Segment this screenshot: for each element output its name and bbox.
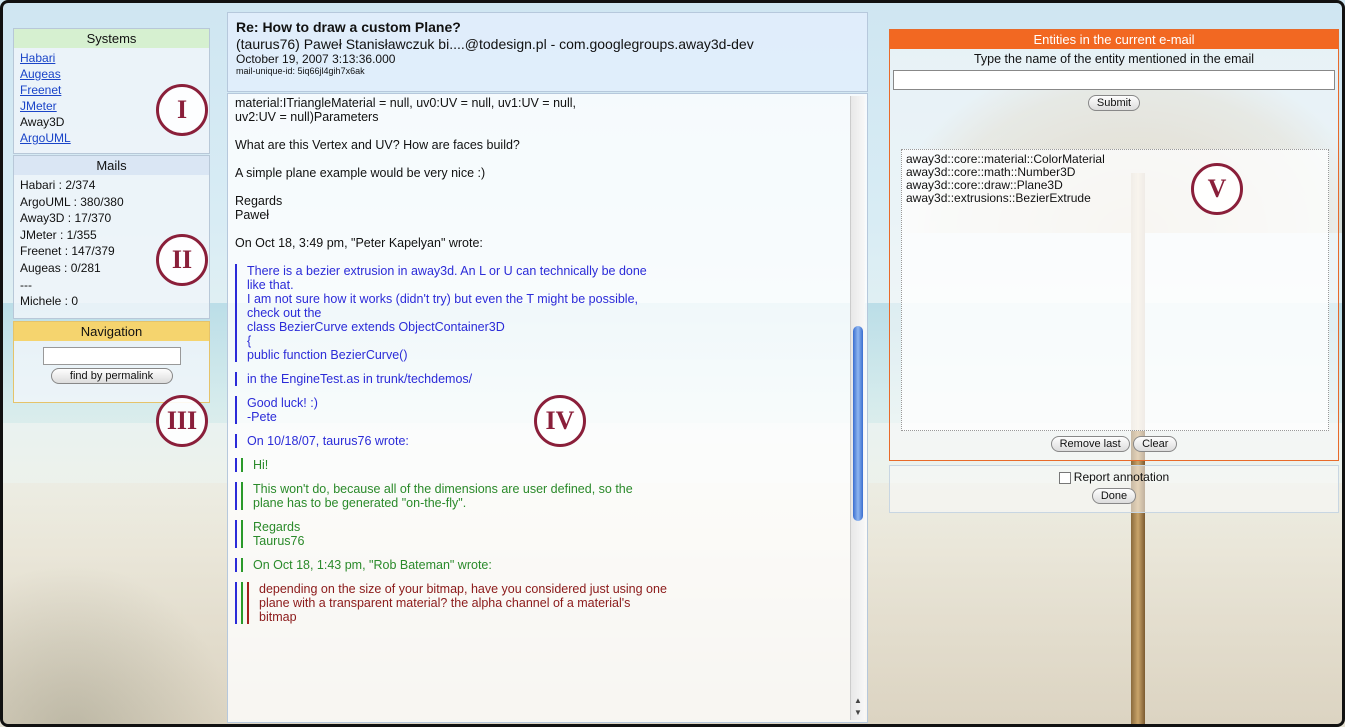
quote-line: There is a bezier extrusion in away3d. A…	[247, 264, 647, 278]
mails-title: Mails	[14, 156, 209, 175]
system-link-augeas[interactable]: Augeas	[20, 67, 61, 81]
mail-count-away3d: Away3D : 17/370	[20, 211, 112, 226]
nested-quote-block: On Oct 18, 1:43 pm, "Rob Bateman" wrote:	[235, 558, 847, 572]
quote-line: like that.	[247, 278, 294, 292]
quote-block: in the EngineTest.as in trunk/techdemos/	[235, 372, 847, 386]
quote-block: There is a bezier extrusion in away3d. A…	[235, 264, 847, 362]
body-paragraph: material:ITriangleMaterial = null, uv0:U…	[235, 96, 847, 124]
marker-i: I	[156, 84, 208, 136]
email-scrollbar[interactable]: ▲ ▼	[850, 96, 865, 720]
system-link-argouml[interactable]: ArgoUML	[20, 131, 71, 145]
mail-count-habari: Habari : 2/374	[20, 178, 96, 192]
navigation-panel: Navigation find by permalink	[13, 321, 210, 403]
quote-line: bitmap	[259, 610, 297, 624]
email-subject: Re: How to draw a custom Plane?	[236, 19, 461, 35]
nested-quote-text: On Oct 18, 1:43 pm, "Rob Bateman" wrote:	[241, 558, 847, 572]
report-panel: Report annotation Done	[889, 465, 1339, 513]
nested-quote-block: Hi!	[235, 458, 847, 472]
report-annotation-label: Report annotation	[1073, 470, 1170, 484]
body-line: Paweł	[235, 208, 270, 222]
deep-quote-text: depending on the size of your bitmap, ha…	[247, 582, 847, 624]
report-row: Report annotation	[890, 470, 1338, 484]
nested-quote-text: Regards Taurus76	[241, 520, 847, 548]
body-paragraph: On Oct 18, 3:49 pm, "Peter Kapelyan" wro…	[235, 236, 483, 250]
entities-panel: Entities in the current e-mail Type the …	[889, 29, 1339, 461]
mail-count-michele: Michele : 0	[20, 294, 79, 309]
email-header: Re: How to draw a custom Plane? (taurus7…	[227, 12, 868, 92]
body-paragraph: Regards Paweł	[235, 194, 847, 222]
permalink-input[interactable]	[42, 347, 181, 365]
system-item[interactable]: Habari	[20, 50, 203, 66]
system-item[interactable]: Augeas	[20, 66, 203, 82]
nested-quote-block: Regards Taurus76	[235, 520, 847, 548]
deep-quote-block: depending on the size of your bitmap, ha…	[235, 582, 847, 624]
quote-line: class BezierCurve extends ObjectContaine…	[247, 320, 505, 334]
entity-buttons: Remove last Clear	[890, 436, 1338, 452]
email-from: (taurus76) Paweł Stanisławczuk bi....@to…	[236, 36, 754, 52]
quote-line: This won't do, because all of the dimens…	[253, 482, 633, 496]
nested-quote-block: This won't do, because all of the dimens…	[235, 482, 847, 510]
find-by-permalink-button[interactable]: find by permalink	[50, 368, 173, 384]
entity-item[interactable]: away3d::extrusions::BezierExtrude	[906, 192, 1324, 205]
submit-wrap: Submit	[890, 95, 1338, 111]
quote-line: Taurus76	[253, 534, 305, 548]
remove-last-button[interactable]: Remove last	[1050, 436, 1130, 452]
email-body-text: material:ITriangleMaterial = null, uv0:U…	[235, 96, 847, 634]
quote-line: {	[247, 334, 252, 348]
system-link-jmeter[interactable]: JMeter	[20, 99, 57, 113]
clear-button[interactable]: Clear	[1133, 436, 1178, 452]
nested-quote-text: Hi!	[241, 458, 847, 472]
done-button[interactable]: Done	[1091, 488, 1137, 504]
quote-line: public function BezierCurve()	[247, 348, 408, 362]
quote-line: check out the	[247, 306, 322, 320]
navigation-title: Navigation	[14, 322, 209, 341]
body-line: Regards	[235, 194, 283, 208]
body-line: uv2:UV = null)Parameters	[235, 110, 379, 124]
background-palm-shadow	[3, 563, 233, 724]
marker-ii: II	[156, 234, 208, 286]
screen-frame: Systems Habari Augeas Freenet JMeter Awa…	[0, 0, 1345, 727]
marker-iii: III	[156, 395, 208, 447]
body-line: material:ITriangleMaterial = null, uv0:U…	[235, 96, 577, 110]
scrollbar-thumb[interactable]	[853, 326, 863, 521]
scroll-up-arrow-icon[interactable]: ▲	[851, 695, 865, 707]
deep-quote-mid: depending on the size of your bitmap, ha…	[241, 582, 847, 624]
done-wrap: Done	[890, 488, 1338, 504]
submit-button[interactable]: Submit	[1087, 95, 1141, 111]
email-unique-id: mail-unique-id: 5iq66jl4gih7x6ak	[236, 66, 365, 76]
quote-line: plane with a transparent material? the a…	[259, 596, 631, 610]
quote-line: depending on the size of your bitmap, ha…	[259, 582, 667, 596]
marker-iv: IV	[534, 395, 586, 447]
mail-count-argouml: ArgoUML : 380/380	[20, 194, 124, 209]
report-annotation-checkbox[interactable]	[1058, 471, 1071, 484]
entity-name-input[interactable]	[893, 70, 1335, 90]
entities-title: Entities in the current e-mail	[890, 30, 1338, 49]
scroll-down-arrow-icon[interactable]: ▼	[851, 707, 865, 719]
entities-hint: Type the name of the entity mentioned in…	[973, 52, 1255, 66]
nested-quote-text: This won't do, because all of the dimens…	[241, 482, 847, 510]
systems-title: Systems	[14, 29, 209, 48]
quote-line: plane has to be generated "on-the-fly".	[253, 496, 467, 510]
system-link-habari[interactable]: Habari	[20, 51, 55, 65]
body-paragraph: What are this Vertex and UV? How are fac…	[235, 138, 520, 152]
quote-line: I am not sure how it works (didn't try) …	[247, 292, 638, 306]
system-link-freenet[interactable]: Freenet	[20, 83, 61, 97]
body-paragraph: A simple plane example would be very nic…	[235, 166, 486, 180]
marker-v: V	[1191, 163, 1243, 215]
quote-line: Regards	[253, 520, 301, 534]
entity-list[interactable]: away3d::core::material::ColorMaterial aw…	[901, 149, 1329, 431]
email-date: October 19, 2007 3:13:36.000	[236, 52, 396, 66]
